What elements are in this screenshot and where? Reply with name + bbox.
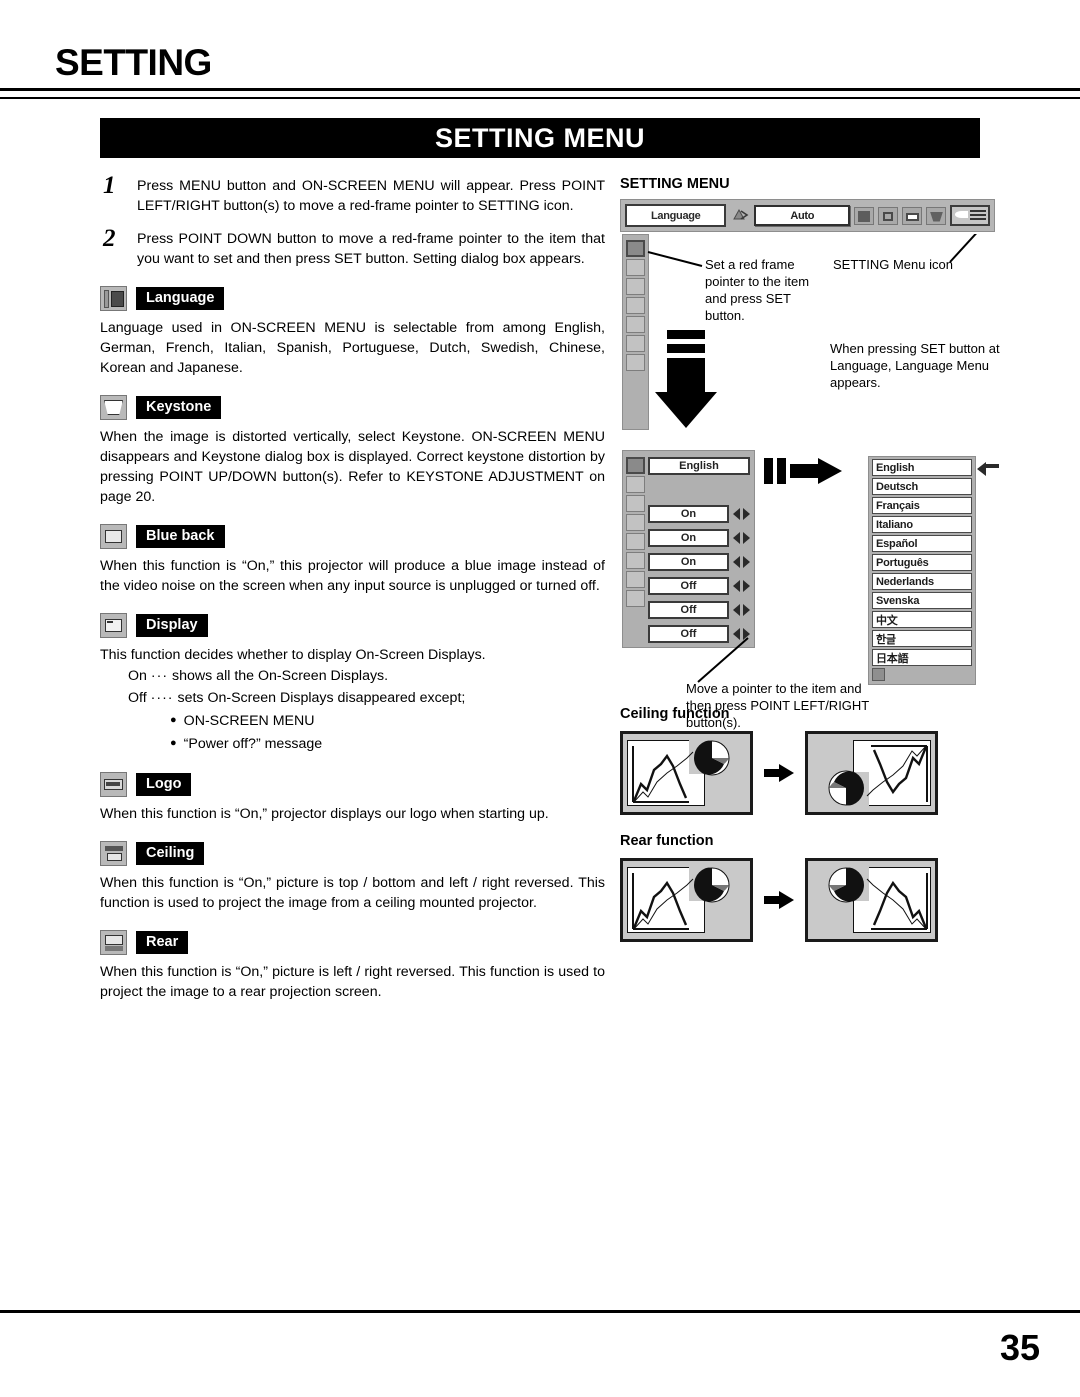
option-text: shows all the On-Screen Displays.	[172, 668, 389, 684]
display-bullet: ● ON-SCREEN MENU	[170, 709, 605, 732]
section-body: When the image is distorted vertically, …	[100, 429, 605, 505]
down-arrow-graphic	[655, 330, 717, 428]
section-body: When this function is “On,” this project…	[100, 558, 605, 594]
auto-pc-adj-icon[interactable]	[730, 207, 750, 225]
section-label: Rear	[136, 931, 189, 954]
section-banner: SETTING MENU	[100, 118, 980, 158]
screen-rear	[805, 858, 938, 942]
page-title: SETTING	[55, 42, 212, 83]
callout-setting-menu-icon: SETTING Menu icon	[833, 257, 953, 272]
option-dots: ···	[150, 668, 169, 684]
section-heading: Language	[100, 286, 605, 311]
image-select-icon[interactable]	[854, 206, 874, 225]
blue-back-icon	[100, 524, 127, 549]
step-text: Press POINT DOWN button to move a red-fr…	[137, 231, 605, 267]
section-heading: Display	[100, 613, 605, 638]
rear-figure-row	[620, 858, 1015, 942]
option-text: sets On-Screen Displays disappeared exce…	[177, 690, 466, 706]
section-heading: Keystone	[100, 395, 605, 420]
option-key: On	[128, 668, 147, 684]
section-label: Display	[136, 614, 208, 637]
strip-lamp-icon[interactable]	[626, 373, 645, 390]
rear-figure-title: Rear function	[620, 833, 714, 849]
bullet-dot: ●	[170, 714, 177, 726]
section-language: Language Language used in ON-SCREEN MENU…	[100, 286, 605, 378]
display-option-on: On ··· shows all the On-Screen Displays.	[128, 665, 605, 687]
ceiling-icon	[100, 841, 127, 866]
left-column: 1 Press MENU button and ON-SCREEN MENU w…	[100, 172, 605, 1002]
section-keystone: Keystone When the image is distorted ver…	[100, 395, 605, 507]
right-column: SETTING MENU Language Auto Set a red fra…	[620, 176, 1015, 942]
section-label: Ceiling	[136, 842, 205, 865]
section-label: Blue back	[136, 525, 225, 548]
bullet-dot: ●	[170, 737, 177, 749]
step-text: Press MENU button and ON-SCREEN MENU wil…	[137, 178, 605, 214]
section-logo: Logo When this function is “On,” project…	[100, 772, 605, 824]
screen-normal-rear	[620, 858, 753, 942]
display-bullet: ● “Power off?” message	[170, 732, 605, 755]
screen-size-icon[interactable]	[902, 206, 922, 225]
section-body: When this function is “On,” picture is l…	[100, 964, 605, 1000]
callout-move-pointer: Move a pointer to the item and then pres…	[686, 681, 870, 730]
rear-icon	[100, 930, 127, 955]
section-heading: Rear	[100, 930, 605, 955]
section-heading: Ceiling	[100, 841, 605, 866]
header-divider	[0, 88, 1080, 99]
keystone-icon	[100, 395, 127, 420]
setting-menu-icon[interactable]	[950, 205, 990, 226]
strip-exit-icon[interactable]	[626, 392, 645, 409]
display-option-off: Off ···· sets On-Screen Displays disappe…	[128, 687, 605, 709]
manual-page: SETTING SETTING MENU 1 Press MENU button…	[0, 0, 1080, 1397]
section-body: This function decides whether to display…	[100, 647, 486, 663]
option-dots: ····	[150, 690, 174, 706]
menubar-auto-box[interactable]: Auto	[754, 205, 850, 226]
section-body: Language used in ON-SCREEN MENU is selec…	[100, 320, 605, 376]
image-adjust-icon[interactable]	[878, 206, 898, 225]
callout-set-pointer: Set a red frame pointer to the item and …	[705, 257, 810, 323]
section-heading: Blue back	[100, 524, 605, 549]
section-label: Keystone	[136, 396, 222, 419]
section-rear: Rear When this function is “On,” picture…	[100, 930, 605, 1002]
transform-arrow-icon	[764, 891, 794, 909]
section-heading: Logo	[100, 772, 605, 797]
bullet-text: ON-SCREEN MENU	[183, 713, 315, 729]
logo-icon	[100, 772, 127, 797]
strip-rear-icon[interactable]	[626, 354, 645, 371]
step-item: 2 Press POINT DOWN button to move a red-…	[100, 225, 605, 269]
ceiling-figure-row	[620, 731, 1015, 815]
menubar-language-box[interactable]: Language	[625, 204, 727, 227]
rear-figure: Rear function	[620, 833, 1015, 942]
osd-menu-bar: Language Auto	[620, 199, 995, 232]
sound-icon[interactable]	[926, 206, 946, 225]
step-number: 2	[103, 225, 116, 252]
screen-normal	[620, 731, 753, 815]
page-number: 35	[999, 1327, 1040, 1368]
section-display: Display This function decides whether to…	[100, 613, 605, 755]
step-number: 1	[103, 172, 116, 199]
option-key: Off	[128, 690, 147, 706]
screen-ceiling	[805, 731, 938, 815]
footer-divider	[0, 1310, 1080, 1313]
transform-arrow-icon	[764, 764, 794, 782]
osd-figure-title: SETTING MENU	[620, 176, 730, 192]
section-label: Logo	[136, 773, 192, 796]
section-blue-back: Blue back When this function is “On,” th…	[100, 524, 605, 596]
language-icon	[100, 286, 127, 311]
display-icon	[100, 613, 127, 638]
callout-set-button: When pressing SET button at Language, La…	[830, 341, 1000, 390]
section-body: When this function is “On,” picture is t…	[100, 875, 605, 911]
section-label: Language	[136, 287, 225, 310]
section-ceiling: Ceiling When this function is “On,” pict…	[100, 841, 605, 913]
section-body: When this function is “On,” projector di…	[100, 806, 549, 822]
step-item: 1 Press MENU button and ON-SCREEN MENU w…	[100, 172, 605, 216]
pointer-leader-line	[697, 637, 749, 683]
bullet-text: “Power off?” message	[183, 736, 323, 752]
